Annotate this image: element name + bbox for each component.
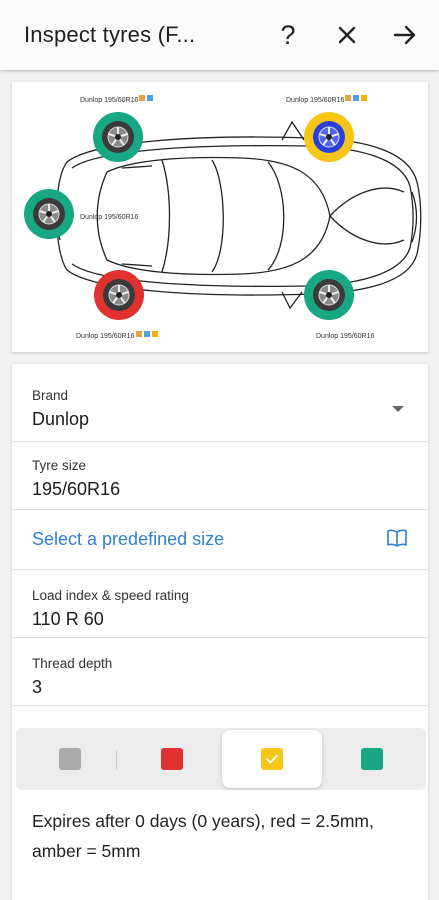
red-swatch: [161, 748, 183, 770]
app-bar: Inspect tyres (F... ?: [0, 0, 439, 70]
help-icon[interactable]: ?: [270, 17, 306, 53]
label-rear-right: Dunlop 195/60R16: [286, 97, 344, 104]
car-diagram: Dunlop 195/60R16 Dunlop 195/60R16 Dunlop…: [24, 95, 422, 340]
label-rear-left: Dunlop 195/60R16: [80, 97, 138, 104]
load-speed-field[interactable]: Load index & speed rating 110 R 60: [12, 570, 428, 638]
thread-depth-field[interactable]: Thread depth 3: [12, 638, 428, 706]
chevron-down-icon[interactable]: [392, 406, 404, 412]
label-front-right: Dunlop 195/60R16: [316, 333, 374, 340]
image-icon[interactable]: [144, 331, 150, 337]
wheel-rear-right[interactable]: [304, 112, 354, 162]
arrow-right-icon[interactable]: [387, 17, 423, 53]
edit-icon[interactable]: [136, 331, 142, 337]
edit-icon[interactable]: [345, 95, 351, 101]
close-icon[interactable]: [329, 17, 365, 53]
book-icon[interactable]: [386, 528, 408, 553]
load-speed-label: Load index & speed rating: [32, 588, 189, 603]
grey-swatch: [59, 748, 81, 770]
tyre-form-card: Brand Dunlop Tyre size 195/60R16 Select …: [12, 364, 428, 900]
brand-select[interactable]: Brand Dunlop: [12, 364, 428, 442]
predefined-size-row[interactable]: Select a predefined size: [12, 510, 428, 570]
brand-value: Dunlop: [32, 409, 90, 429]
wheel-front-right[interactable]: [304, 270, 354, 320]
thread-depth-label: Thread depth: [32, 656, 113, 671]
condition-selector: [16, 728, 426, 790]
wheel-front-left[interactable]: [94, 270, 144, 320]
tyre-size-field[interactable]: Tyre size 195/60R16: [12, 442, 428, 510]
label-spare: Dunlop 195/60R16: [80, 214, 138, 221]
green-swatch: [361, 748, 383, 770]
image-icon[interactable]: [147, 95, 153, 101]
amber-swatch: [261, 748, 283, 770]
thread-depth-value[interactable]: 3: [32, 677, 42, 698]
expires-text: Expires after 0 days (0 years), red = 2.…: [32, 811, 374, 861]
brand-label: Brand: [32, 388, 69, 403]
edit-icon[interactable]: [139, 95, 145, 101]
condition-option-grey[interactable]: [20, 728, 120, 790]
page-title: Inspect tyres (F...: [24, 22, 196, 47]
condition-option-amber[interactable]: [222, 730, 322, 788]
tyre-size-label: Tyre size: [32, 458, 87, 473]
divider: [116, 750, 117, 770]
condition-option-green[interactable]: [322, 728, 422, 790]
image-icon[interactable]: [353, 95, 359, 101]
wheel-spare[interactable]: [24, 189, 74, 239]
load-speed-value[interactable]: 110 R 60: [32, 609, 104, 630]
label-front-left: Dunlop 195/60R16: [76, 333, 134, 340]
wheel-rear-left[interactable]: [93, 112, 143, 162]
check-icon: [266, 754, 278, 764]
condition-option-red[interactable]: [122, 728, 222, 790]
tyre-diagram-card: Dunlop 195/60R16 Dunlop 195/60R16 Dunlop…: [12, 82, 428, 352]
flag-icon: [361, 95, 367, 101]
flag-icon: [152, 331, 158, 337]
tyre-size-value[interactable]: 195/60R16: [32, 479, 120, 500]
select-predefined-size-link[interactable]: Select a predefined size: [32, 529, 224, 550]
